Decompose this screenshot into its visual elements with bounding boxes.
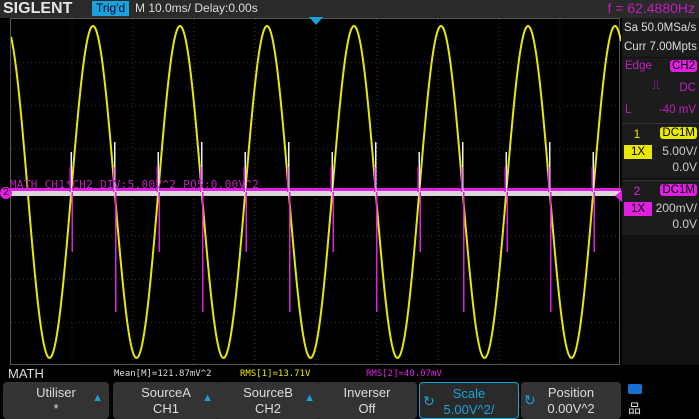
trigger-position-marker[interactable] bbox=[309, 17, 323, 25]
sample-rate: Sa 50.0MSa/s bbox=[622, 18, 699, 38]
rotate-knob-icon: ↻ bbox=[423, 393, 435, 409]
volts-per-div: 5.00V/ bbox=[662, 144, 697, 158]
rising-edge-icon: ⎍ bbox=[652, 80, 661, 92]
top-status-bar: SIGLENT Trig'd M 10.0ms/ Delay:0.00s f =… bbox=[0, 0, 699, 18]
volts-per-div: 200mV/ bbox=[655, 201, 697, 215]
rms2-measurement: RMS[2]=40.07mV bbox=[366, 369, 442, 379]
source-b-button[interactable]: SourceB CH2 ▲ bbox=[215, 382, 321, 419]
memory-depth: Curr 7.00Mpts bbox=[622, 37, 699, 57]
channel-offset: 0.0V bbox=[672, 217, 697, 231]
right-info-panel: Sa 50.0MSa/s Curr 7.00Mpts Edge CH2 ⎍ DC… bbox=[622, 18, 699, 365]
channel-coupling: DC1M bbox=[660, 127, 697, 139]
arrow-up-icon: ▲ bbox=[202, 392, 213, 404]
channel-number: 2 bbox=[633, 184, 641, 198]
brand-logo: SIGLENT bbox=[3, 0, 73, 17]
frequency-counter: f = 62.4880Hz bbox=[607, 0, 695, 16]
waveform-svg bbox=[10, 19, 622, 366]
button-value: 0.00V^2 bbox=[547, 401, 595, 416]
rotate-knob-icon: ↻ bbox=[524, 392, 536, 408]
network-disconnected-icon: 品 bbox=[628, 401, 642, 416]
trigger-level-label: L bbox=[625, 104, 632, 116]
source-a-button[interactable]: SourceA CH1 ▲ bbox=[113, 382, 219, 419]
arrow-up-icon: ▲ bbox=[304, 392, 315, 404]
timebase-readout[interactable]: M 10.0ms/ Delay:0.00s bbox=[135, 1, 258, 15]
channel-1-panel[interactable]: 1 DC1M 1X 5.00V/ 0.0V bbox=[622, 123, 699, 178]
rms1-measurement: RMS[1]=13.71V bbox=[240, 369, 311, 379]
position-button[interactable]: Position 0.00V^2 ↻ bbox=[521, 382, 621, 419]
trigger-status-badge: Trig'd bbox=[92, 1, 130, 16]
trigger-type: Edge bbox=[625, 60, 652, 72]
arrow-up-icon: ▲ bbox=[92, 392, 103, 404]
channel-2-panel[interactable]: 2 DC1M 1X 200mV/ 0.0V bbox=[622, 180, 699, 235]
waveform-display[interactable] bbox=[10, 18, 622, 366]
math-trace bbox=[11, 191, 621, 196]
menu-title: MATH bbox=[8, 366, 44, 381]
scale-button[interactable]: Scale 5.00V^2/↻ bbox=[419, 382, 519, 419]
utiliser-button[interactable]: Utiliser * ▲ bbox=[3, 382, 109, 419]
math-trace-label: MATH CH1*CH2 DIV:5.00V^2 POS:0.00V^2 bbox=[10, 178, 260, 191]
button-label: Position bbox=[547, 385, 595, 400]
usb-storage-icon bbox=[628, 384, 642, 394]
channel-offset: 0.0V bbox=[672, 160, 697, 174]
trigger-level-marker[interactable] bbox=[615, 190, 622, 202]
trigger-panel[interactable]: Edge CH2 ⎍ DC L -40 mV bbox=[622, 58, 699, 128]
probe-factor: 1X bbox=[624, 145, 652, 159]
button-label: Inverser bbox=[343, 385, 391, 400]
button-value: Off bbox=[358, 401, 376, 416]
trigger-level: -40 mV bbox=[658, 104, 696, 116]
trigger-coupling: DC bbox=[679, 82, 696, 94]
trigger-source: CH2 bbox=[669, 60, 697, 72]
probe-factor: 1X bbox=[624, 202, 652, 216]
channel-number: 1 bbox=[633, 127, 641, 141]
mean-measurement: Mean[M]=121.87mV^2 bbox=[114, 369, 212, 379]
channel-coupling: DC1M bbox=[660, 184, 697, 196]
inverser-button[interactable]: Inverser Off bbox=[317, 382, 417, 419]
